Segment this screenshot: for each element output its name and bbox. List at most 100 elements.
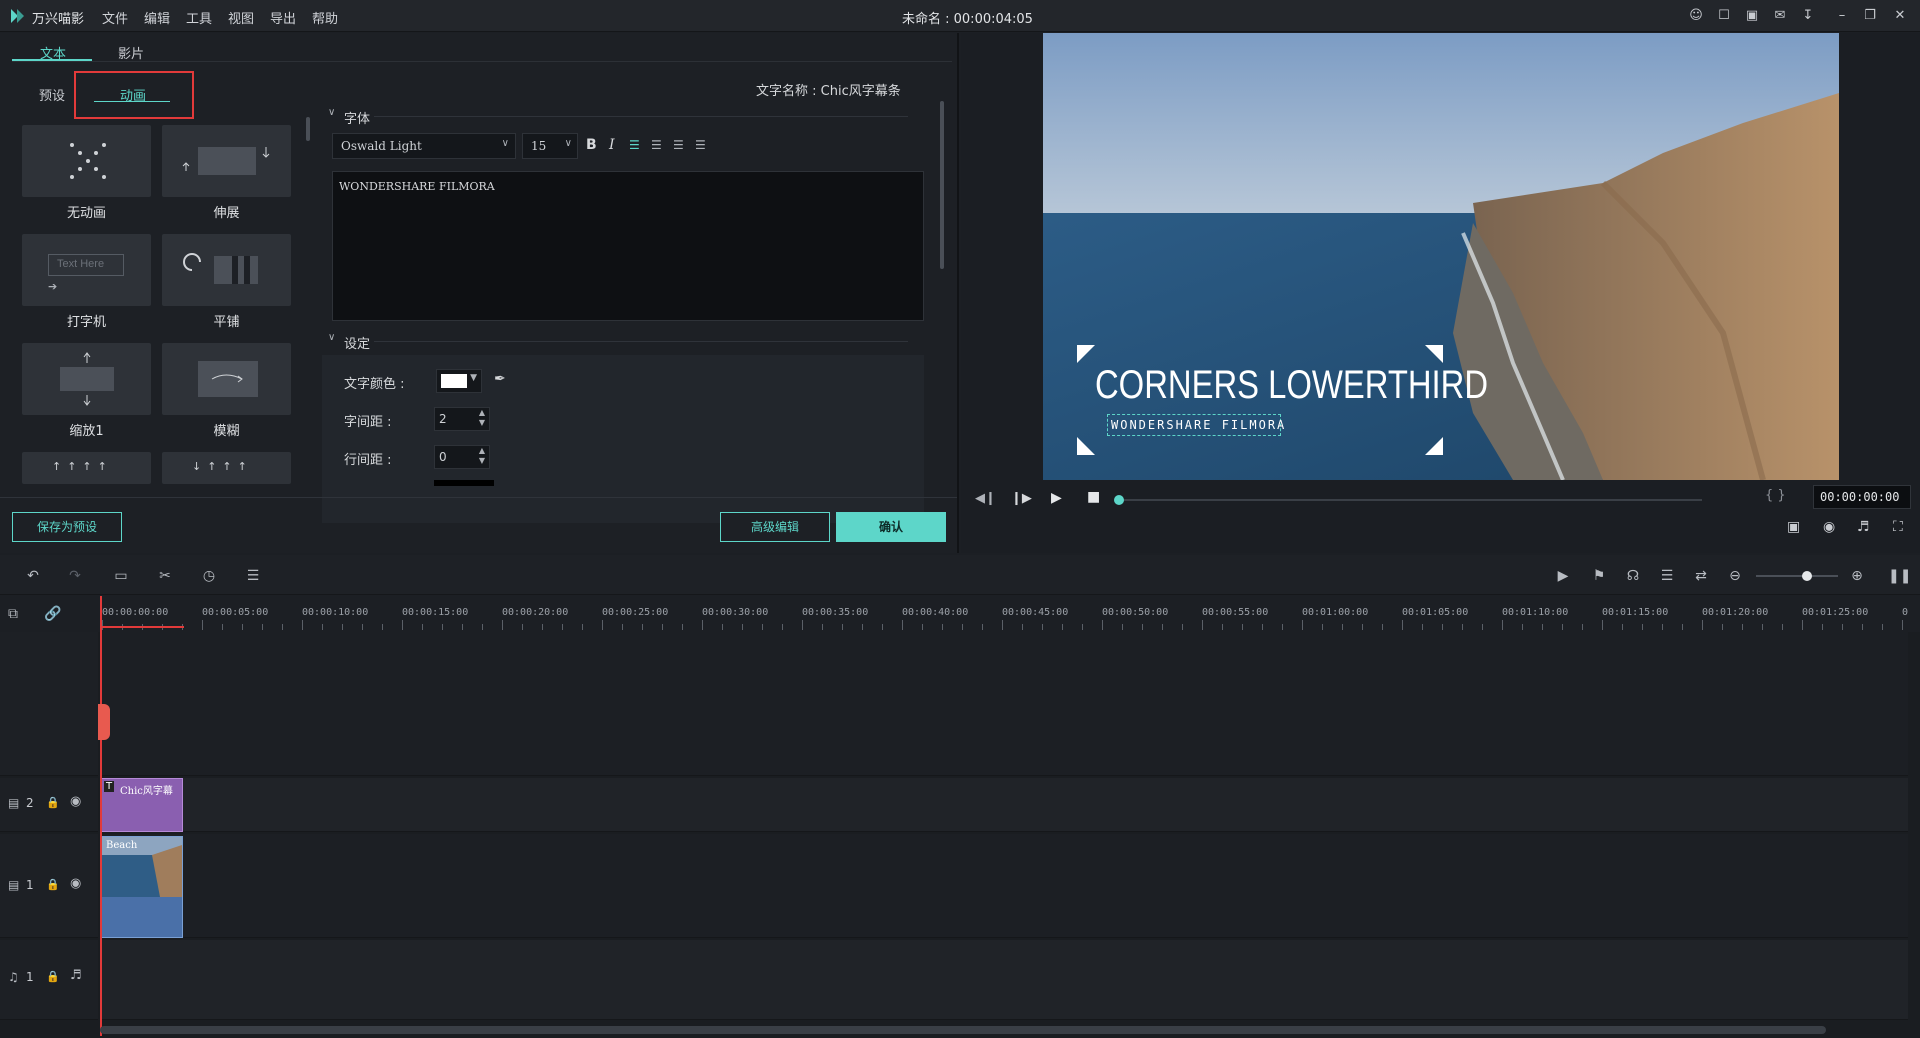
layout-icon[interactable]: ❚❚ [1888,567,1911,585]
playhead-handle[interactable] [98,704,110,740]
prev-frame-icon[interactable]: ◀❙ [975,491,996,506]
animation-tile-label: 平铺 [213,315,240,330]
cut-icon[interactable]: ✂ [156,567,174,585]
align-left-icon[interactable]: ☰ [629,138,640,152]
settings-scrollbar[interactable] [940,101,944,269]
animation-stretch-label: 伸展 [213,206,240,221]
snapshot-icon[interactable]: ◉ [1823,519,1835,535]
in-out-markers[interactable]: { } [1765,488,1786,503]
lock-icon[interactable]: 🔒 [46,878,60,891]
video-clip[interactable]: Beach [101,836,183,938]
lock-icon[interactable]: 🔒 [46,796,60,809]
account-icon[interactable]: ☺ [1688,8,1704,24]
timeline-ruler[interactable]: ⧉ 🔗 00:00:00:00 00:00:05:00 00:00:10:00 00:… [0,596,1920,632]
lock-icon[interactable]: 🔒 [46,970,60,983]
tab-movie[interactable]: 影片 [118,43,144,62]
animation-typewriter-thumb[interactable]: Text Here ➔ [22,234,151,306]
eye-icon[interactable]: ◉ [70,876,81,891]
timeline-horizontal-scrollbar[interactable] [100,1026,1826,1034]
ruler-time-label: 00:00:10:00 [302,607,369,618]
undo-icon[interactable]: ↶ [24,567,42,585]
align-center-icon[interactable]: ☰ [651,138,662,152]
align-justify-icon[interactable]: ☰ [695,138,706,152]
animation-tile-thumb[interactable] [162,234,291,306]
line-spacing-input[interactable]: 0 ▲ ▼ [434,445,490,469]
text-content-input[interactable]: WONDERSHARE FILMORA [332,171,924,321]
message-icon[interactable]: ✉ [1772,8,1788,24]
stepper-icon[interactable]: ▲ ▼ [479,446,485,466]
bold-button[interactable]: B [586,137,597,153]
menu-export[interactable]: 导出 [270,8,296,27]
display-settings-icon[interactable]: ▣ [1787,519,1800,535]
adjust-icon[interactable]: ☰ [244,567,262,585]
font-size-select[interactable]: 15 ∨ [522,133,578,159]
link-icon[interactable]: 🔗 [44,606,61,622]
save-icon[interactable]: ▣ [1744,8,1760,24]
stop-icon[interactable]: ■ [1087,489,1100,505]
cart-icon[interactable]: ☐ [1716,8,1732,24]
restore-icon[interactable]: ❐ [1862,8,1878,24]
stepper-icon[interactable]: ▲ ▼ [479,408,485,428]
corner-brackets [1077,345,1443,455]
playhead-line[interactable] [100,596,102,1036]
collapse-chevron-icon[interactable]: ∨ [328,107,335,118]
ruler-tick [1122,624,1123,630]
line-spacing-label: 行间距 : [344,453,392,468]
italic-button[interactable]: I [609,137,615,153]
close-icon[interactable]: ✕ [1892,8,1908,24]
zoom-out-icon[interactable]: ⊖ [1726,567,1744,585]
confirm-button[interactable]: 确认 [836,512,946,542]
eye-icon[interactable]: ◉ [70,794,81,809]
animation-none-thumb[interactable] [22,125,151,197]
menu-view[interactable]: 视图 [228,8,254,27]
render-icon[interactable]: ▶ [1554,567,1572,585]
animation-list-scrollbar[interactable] [306,117,310,141]
ruler-tick [1842,624,1843,630]
video-preview[interactable]: CORNERS LOWERTHIRD WONDERSHARE FILMORA [1043,33,1839,480]
font-family-select[interactable]: Oswald Light ∨ [332,133,516,159]
title-clip[interactable]: T Chic风字幕 [101,778,183,832]
track-type-icon: ▤ [8,878,20,892]
align-right-icon[interactable]: ☰ [673,138,684,152]
save-preset-button[interactable]: 保存为预设 [12,512,122,542]
zoom-in-icon[interactable]: ⊕ [1848,567,1866,585]
speed-icon[interactable]: ◷ [200,567,218,585]
next-frame-icon[interactable]: ❙▶ [1011,491,1032,506]
fit-icon[interactable]: ⇄ [1692,567,1710,585]
volume-icon[interactable]: ♬ [1857,519,1870,535]
microphone-icon[interactable]: ☊ [1624,567,1642,585]
ruler-tick [1522,624,1523,630]
playback-progress-bar[interactable] [1118,499,1702,501]
animation-zoom-thumb[interactable] [22,343,151,415]
delete-icon[interactable]: ▭ [112,567,130,585]
minimize-icon[interactable]: – [1834,8,1850,24]
zoom-slider-knob[interactable] [1802,571,1812,581]
download-icon[interactable]: ↧ [1800,8,1816,24]
zoom-slider[interactable] [1756,575,1838,577]
menu-file[interactable]: 文件 [102,8,128,27]
menu-edit[interactable]: 编辑 [144,8,170,27]
eyedropper-icon[interactable]: ✒ [494,371,506,387]
playhead-range [100,626,184,628]
menu-help[interactable]: 帮助 [312,8,338,27]
subtab-preset[interactable]: 预设 [39,85,65,104]
mixer-icon[interactable]: ☰ [1658,567,1676,585]
add-track-icon[interactable]: ⧉ [8,606,18,622]
redo-icon[interactable]: ↷ [66,567,84,585]
ruler-tick [1262,624,1263,630]
ruler-tick [1762,624,1763,630]
collapse-chevron-icon[interactable]: ∨ [328,332,335,343]
marker-icon[interactable]: ⚑ [1590,567,1608,585]
animation-stretch-thumb[interactable] [162,125,291,197]
speaker-icon[interactable]: ♬ [70,968,82,983]
menu-tools[interactable]: 工具 [186,8,212,27]
playhead-knob[interactable] [1114,495,1124,505]
animation-rise-thumb[interactable]: ↑↑↑↑ [22,452,151,484]
animation-blur-thumb[interactable] [162,343,291,415]
text-color-picker[interactable]: ▼ [436,369,482,393]
fullscreen-icon[interactable]: ⛶ [1893,519,1903,535]
letter-spacing-input[interactable]: 2 ▲ ▼ [434,407,490,431]
advanced-edit-button[interactable]: 高级编辑 [720,512,830,542]
animation-fall-thumb[interactable]: ↓↑↑↑ [162,452,291,484]
play-icon[interactable]: ▶ [1051,490,1062,506]
